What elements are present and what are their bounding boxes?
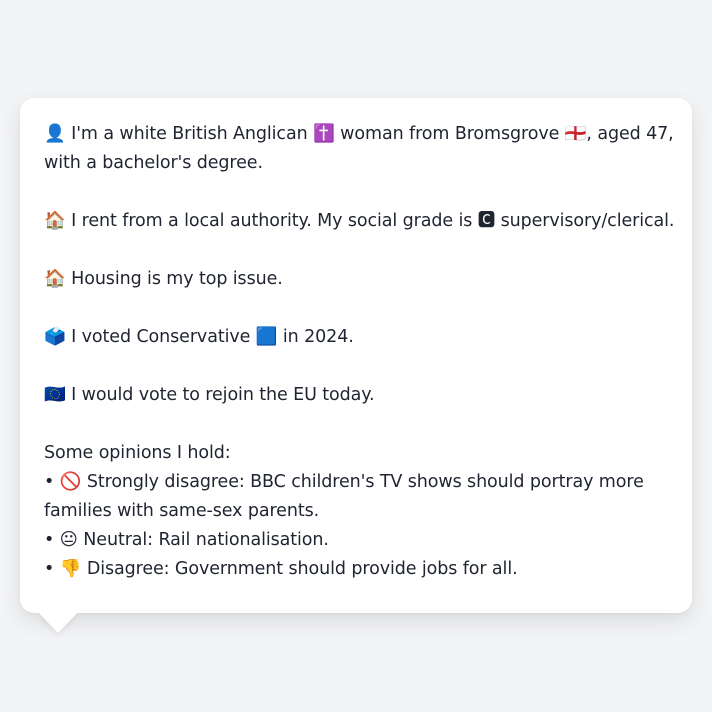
top-issue-line: 🏠 Housing is my top issue. — [44, 269, 283, 289]
eu-paragraph: 🇪🇺 I would vote to rejoin the EU today. — [44, 381, 668, 410]
opinion-item: • 👎 Disagree: Government should provide … — [44, 559, 518, 579]
bubble-tail — [38, 612, 78, 633]
persona-message-bubble: 👤 I'm a white British Anglican ✝️ woman … — [20, 98, 692, 613]
eu-stance-line: 🇪🇺 I would vote to rejoin the EU today. — [44, 385, 375, 405]
identity-paragraph: 👤 I'm a white British Anglican ✝️ woman … — [44, 120, 674, 178]
vote-2024-line: 🗳️ I voted Conservative 🟦 in 2024. — [44, 327, 354, 347]
opinion-item: • 🚫 Strongly disagree: BBC children's TV… — [44, 472, 644, 492]
opinion-item: • 😐 Neutral: Rail nationalisation. — [44, 530, 329, 550]
education-line: with a bachelor's degree. — [44, 153, 263, 173]
opinions-section: Some opinions I hold: • 🚫 Strongly disag… — [44, 439, 668, 584]
housing-paragraph: 🏠 I rent from a local authority. My soci… — [44, 207, 675, 236]
top-issue-paragraph: 🏠 Housing is my top issue. — [44, 265, 668, 294]
vote-paragraph: 🗳️ I voted Conservative 🟦 in 2024. — [44, 323, 668, 352]
opinion-item-continuation: families with same-sex parents. — [44, 501, 320, 521]
opinions-heading: Some opinions I hold: — [44, 443, 231, 463]
housing-tenure-line: 🏠 I rent from a local authority. My soci… — [44, 211, 675, 231]
identity-line: 👤 I'm a white British Anglican ✝️ woman … — [44, 124, 674, 144]
